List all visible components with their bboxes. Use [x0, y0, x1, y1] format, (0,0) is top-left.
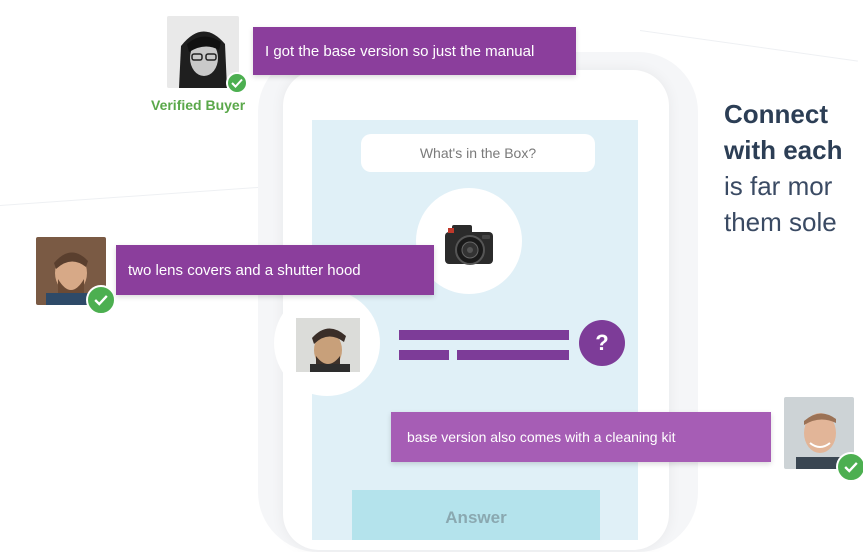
asker-avatar — [296, 318, 360, 372]
headline: Connect with each is far mor them sole — [724, 96, 842, 240]
verified-buyer-label: Verified Buyer — [151, 97, 246, 113]
verified-check-icon — [836, 452, 863, 482]
answer-line — [399, 330, 569, 340]
decorative-line — [0, 186, 260, 206]
answer-button[interactable]: Answer — [352, 490, 600, 540]
question-mark-icon: ? — [579, 320, 625, 366]
headline-line-3: is far mor — [724, 171, 833, 201]
answer-line — [457, 350, 569, 360]
asker-circle — [274, 290, 380, 396]
decorative-line — [639, 30, 858, 62]
answer-bubble-middle: two lens covers and a shutter hood — [116, 245, 434, 295]
verified-check-icon — [86, 285, 116, 315]
question-input[interactable]: What's in the Box? — [361, 134, 595, 172]
headline-line-4: them sole — [724, 207, 837, 237]
verified-check-icon — [226, 72, 248, 94]
headline-line-2: with each — [724, 135, 843, 165]
answer-bubble-top: I got the base version so just the manua… — [253, 27, 576, 75]
headline-line-1: Connect — [724, 99, 828, 129]
answer-bubble-bottom: base version also comes with a cleaning … — [391, 412, 771, 462]
answer-line — [399, 350, 449, 360]
